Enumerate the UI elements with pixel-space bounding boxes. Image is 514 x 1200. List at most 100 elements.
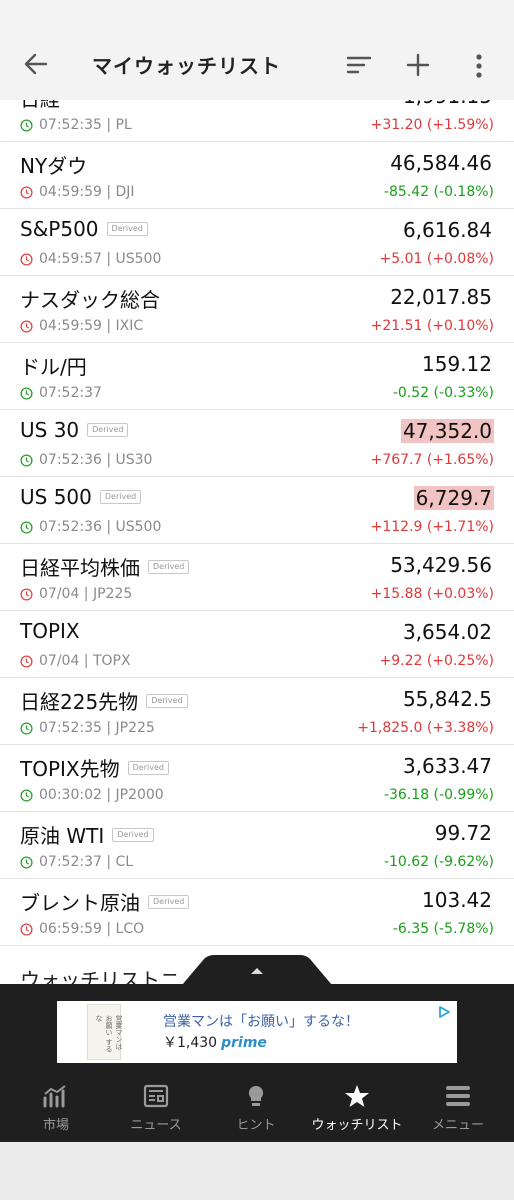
watchlist-row[interactable]: TOPIX 07/04 | TOPX 3,654.02 +9.22 (+0.25%) [0, 611, 514, 678]
instrument-name-text: 日経平均株価 [20, 556, 140, 580]
watchlist-row[interactable]: 日経225先物 Derived 07:52:35 | JP225 55,842.5 +1… [0, 678, 514, 745]
meta-separator: | [101, 519, 116, 535]
ad-banner[interactable]: 営業マンは お願い するな 営業マンは「お願い」するな！ ￥1,430 prime [57, 1001, 457, 1063]
update-time: 07/04 [39, 653, 80, 669]
instrument-name: S&P500 Derived [20, 217, 148, 241]
clock-icon [20, 386, 39, 400]
expand-handle-icon[interactable] [182, 955, 332, 985]
watchlist-row[interactable]: NYダウ 04:59:59 | DJI 46,584.46 -85.42 (-0.18… [0, 142, 514, 209]
instrument-symbol: CL [115, 854, 134, 870]
adchoices-icon[interactable] [437, 1005, 451, 1019]
instrument-name-text: 日経 [20, 100, 60, 112]
watchlist-row[interactable]: TOPIX先物 Derived 00:30:02 | JP2000 3,633.47 -… [0, 745, 514, 812]
instrument-name-text: S&P500 [20, 217, 99, 241]
clock-icon [20, 252, 39, 266]
meta-separator: | [79, 586, 93, 602]
instrument-name-text: ブレント原油 [20, 891, 140, 915]
update-time: 07:52:36 [39, 519, 102, 535]
instrument-symbol: JP2000 [115, 787, 164, 803]
update-time: 04:59:59 [39, 184, 102, 200]
watchlist-row[interactable]: US 30 Derived 07:52:36 | US30 47,352.0 +767.… [0, 410, 514, 477]
tab-label: ウォッチリスト [311, 1118, 403, 1133]
instrument-name: 日経 [20, 100, 60, 112]
instrument-meta: 07/04 | TOPX [20, 653, 131, 669]
derived-badge: Derived [148, 559, 190, 574]
instrument-change: +21.51 (+0.10%) [370, 318, 494, 334]
derived-badge: Derived [127, 760, 169, 775]
watchlist-row[interactable]: 日経 07:52:35 | PL 1,991.15 +31.20 (+1.59%) [0, 100, 514, 142]
watchlist-row[interactable]: US 500 Derived 07:52:36 | US500 6,729.7 +112… [0, 477, 514, 544]
instrument-price: 47,352.0 [400, 419, 494, 443]
instrument-name: US 30 Derived [20, 418, 129, 442]
back-arrow-icon[interactable] [22, 50, 50, 78]
instrument-change: -0.52 (-0.33%) [392, 385, 494, 401]
tab-label: ニュース [130, 1118, 182, 1133]
update-time: 04:59:57 [39, 251, 102, 267]
instrument-meta: 06:59:59 | LCO [20, 921, 144, 937]
meta-separator: | [101, 720, 116, 736]
ad-book-image: 営業マンは お願い するな [87, 1004, 123, 1060]
instrument-meta: 07:52:35 | PL [20, 117, 132, 133]
watchlist-row[interactable]: 日経平均株価 Derived 07/04 | JP225 53,429.56 +15.8… [0, 544, 514, 611]
tab-chart[interactable]: 市場 [6, 1076, 106, 1142]
instrument-price: 99.72 [434, 821, 492, 845]
clock-icon [20, 654, 39, 668]
instrument-price: 22,017.85 [390, 285, 492, 309]
derived-badge: Derived [148, 894, 190, 909]
instrument-price: 1,991.15 [401, 100, 494, 108]
instrument-symbol: US30 [115, 452, 153, 468]
instrument-change: +5.01 (+0.08%) [379, 251, 494, 267]
watchlist: 日経 07:52:35 | PL 1,991.15 +31.20 (+1.59%) NY… [0, 100, 514, 984]
tab-lightbulb[interactable]: ヒント [206, 1076, 306, 1142]
watchlist-row[interactable]: 原油 WTI Derived 07:52:37 | CL 99.72 -10.62 (-… [0, 812, 514, 879]
clock-icon [20, 855, 39, 869]
sort-icon[interactable] [346, 54, 372, 76]
clock-icon [20, 118, 39, 132]
instrument-meta: 07:52:35 | JP225 [20, 720, 155, 736]
page-title: マイウォッチリスト [92, 54, 281, 78]
watchlist-row[interactable]: ナスダック総合 04:59:59 | IXIC 22,017.85 +21.51 (+… [0, 276, 514, 343]
update-time: 00:30:02 [39, 787, 102, 803]
meta-separator: | [101, 452, 116, 468]
instrument-meta: 07/04 | JP225 [20, 586, 132, 602]
instrument-price: 159.12 [422, 352, 492, 376]
instrument-name-text: ドル/円 [20, 355, 87, 379]
instrument-meta: 04:59:57 | US500 [20, 251, 161, 267]
instrument-change: +15.88 (+0.03%) [370, 586, 494, 602]
add-icon[interactable] [405, 52, 431, 78]
ad-price-value: ￥1,430 [163, 1035, 218, 1051]
watchlist-row[interactable]: ドル/円 07:52:37 159.12 -0.52 (-0.33%) [0, 343, 514, 410]
instrument-meta: 07:52:37 [20, 385, 102, 401]
update-time: 07:52:36 [39, 452, 102, 468]
clock-icon [20, 453, 39, 467]
clock-icon [20, 587, 39, 601]
instrument-price: 6,729.7 [413, 486, 494, 510]
update-time: 04:59:59 [39, 318, 102, 334]
meta-separator: | [79, 653, 93, 669]
chart-icon [43, 1084, 69, 1108]
instrument-change: -10.62 (-9.62%) [383, 854, 494, 870]
instrument-name: ナスダック総合 [20, 284, 160, 313]
bottom-tab-bar: 市場 ニュース ヒント ウォッチリスト メニュー [0, 1076, 514, 1142]
tab-menu[interactable]: メニュー [408, 1076, 508, 1142]
instrument-change: +112.9 (+1.71%) [370, 519, 494, 535]
instrument-name: US 500 Derived [20, 485, 142, 509]
update-time: 07:52:37 [39, 385, 102, 401]
derived-badge: Derived [146, 693, 188, 708]
instrument-name-text: 日経225先物 [20, 690, 139, 714]
instrument-price: 55,842.5 [402, 687, 492, 711]
watchlist-row[interactable]: ブレント原油 Derived 06:59:59 | LCO 103.42 -6.35 (… [0, 879, 514, 946]
instrument-symbol: LCO [115, 921, 145, 937]
instrument-change: +31.20 (+1.59%) [370, 117, 494, 133]
derived-badge: Derived [106, 222, 148, 236]
tab-star[interactable]: ウォッチリスト [307, 1076, 407, 1142]
instrument-change: -85.42 (-0.18%) [383, 184, 494, 200]
instrument-change: +1,825.0 (+3.38%) [357, 720, 494, 736]
meta-separator: | [101, 318, 116, 334]
instrument-change: +9.22 (+0.25%) [379, 653, 494, 669]
star-icon [344, 1084, 370, 1108]
watchlist-row[interactable]: S&P500 Derived 04:59:57 | US500 6,616.84 +5.… [0, 209, 514, 276]
tab-news[interactable]: ニュース [106, 1076, 206, 1142]
more-vert-icon[interactable] [472, 52, 486, 80]
instrument-name-text: ナスダック総合 [20, 288, 160, 312]
